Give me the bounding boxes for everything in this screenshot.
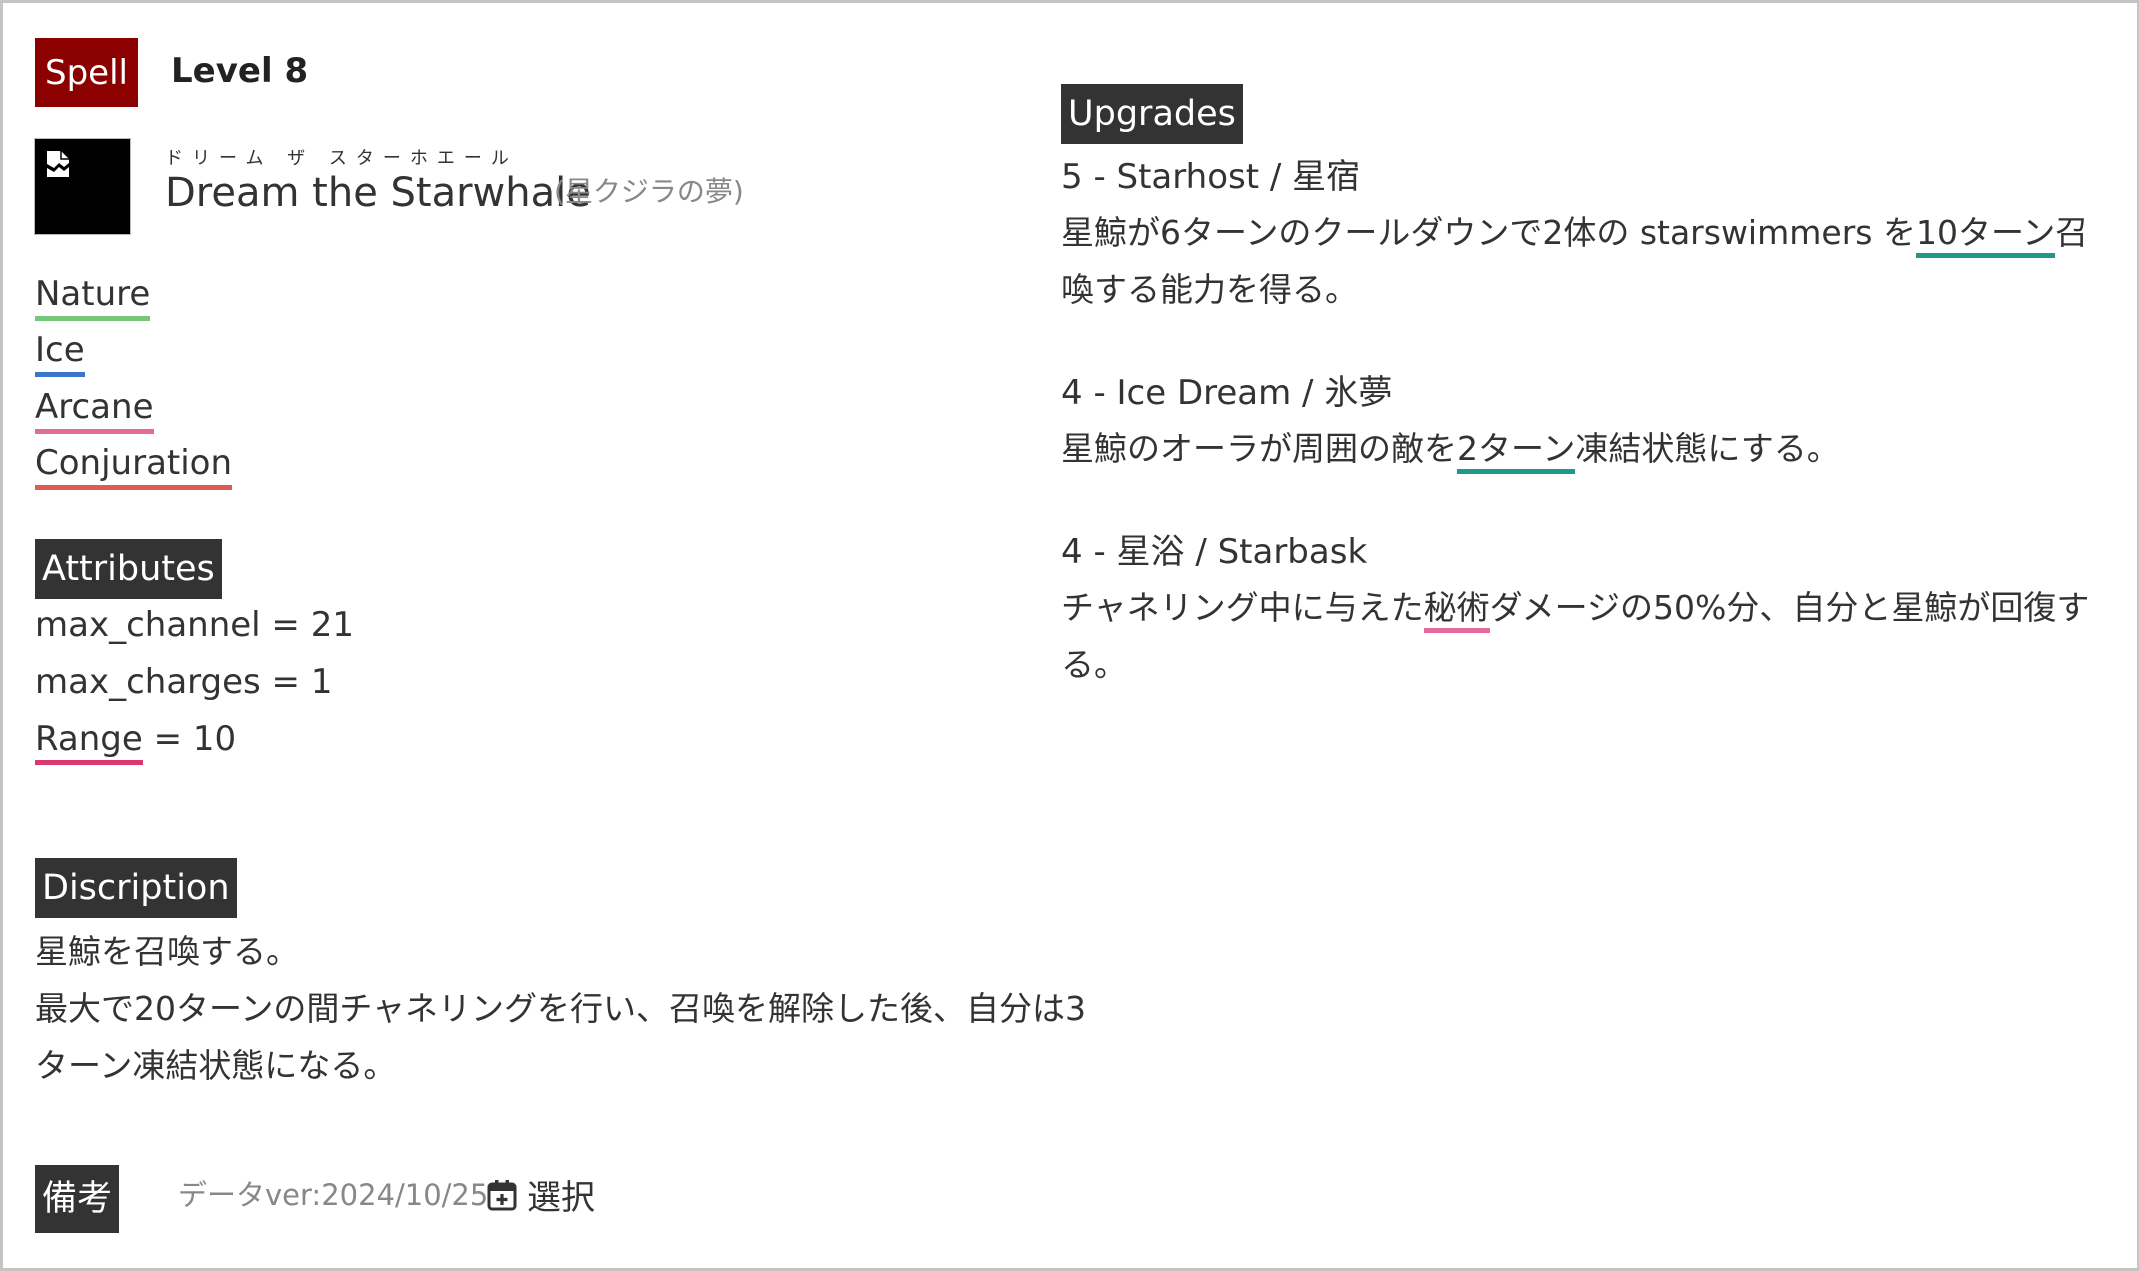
arcane-link[interactable]: 秘術 — [1423, 588, 1490, 633]
attribute-max-charges: max_charges = 1 — [35, 662, 333, 702]
upgrade-title-starbask: 4 - 星浴 / Starbask — [1061, 532, 1368, 572]
upgrade-title-starhost: 5 - Starhost / 星宿 — [1061, 157, 1361, 197]
upgrade-desc-starbask: チャネリング中に与えた秘術ダメージの50%分、自分と星鯨が回復す — [1061, 581, 2090, 633]
upgrade-desc-starhost-cont: 喚する能力を得る。 — [1061, 270, 1358, 309]
upgrade-text: ダメージの50%分、自分と星鯨が回復す — [1489, 588, 2090, 627]
upgrade-text: チャネリング中に与えた — [1061, 588, 1424, 627]
note-heading: 備考 — [35, 1165, 120, 1233]
description-line: 最大で20ターンの間チャネリングを行い、召喚を解除した後、自分は3 — [35, 989, 1087, 1028]
upgrade-text: 凍結状態にする。 — [1575, 429, 1840, 468]
broken-image-icon — [47, 151, 69, 177]
upgrade-text: 召 — [2055, 213, 2089, 252]
spell-badge: Spell — [35, 38, 138, 107]
tag-arcane-link[interactable]: Arcane — [35, 387, 154, 434]
upgrade-text: 星鯨が6ターンのクールダウンで2体の starswimmers を — [1061, 213, 1916, 252]
attributes-heading: Attributes — [35, 539, 222, 599]
select-label: 選択 — [527, 1178, 595, 1218]
spell-name-ruby: ドリーム ザ スターホエール — [165, 148, 518, 169]
duration-link[interactable]: 10ターン — [1915, 213, 2056, 258]
range-value: = 10 — [142, 719, 237, 759]
upgrade-text: 星鯨のオーラが周囲の敵を — [1061, 429, 1457, 468]
spell-name-jp: (星クジラの夢) — [554, 175, 744, 208]
spell-image — [35, 139, 130, 234]
select-button[interactable]: 選択 — [487, 1170, 595, 1219]
upgrade-desc-starhost: 星鯨が6ターンのクールダウンで2体の starswimmers を10ターン召 — [1061, 206, 2089, 258]
tag-conjuration-link[interactable]: Conjuration — [35, 443, 233, 490]
data-version: データver:2024/10/25 — [178, 1178, 489, 1212]
upgrade-desc-starbask-cont: る。 — [1061, 645, 1127, 684]
duration-link[interactable]: 2ターン — [1457, 429, 1576, 474]
tag-ice-link[interactable]: Ice — [35, 330, 85, 377]
description-heading: Discription — [35, 858, 237, 918]
calendar-plus-icon — [487, 1179, 517, 1210]
attribute-range: Range = 10 — [35, 719, 237, 765]
upgrades-heading: Upgrades — [1061, 84, 1243, 144]
range-link[interactable]: Range — [35, 719, 143, 765]
upgrade-desc-ice-dream: 星鯨のオーラが周囲の敵を2ターン凍結状態にする。 — [1061, 422, 1840, 474]
spell-name: Dream the Starwhale — [165, 170, 591, 216]
attribute-max-channel: max_channel = 21 — [35, 605, 354, 645]
tag-nature-link[interactable]: Nature — [35, 274, 151, 321]
description-line: 星鯨を召喚する。 — [35, 932, 299, 971]
upgrade-title-ice-dream: 4 - Ice Dream / 氷夢 — [1061, 373, 1393, 413]
description-line: ターン凍結状態になる。 — [35, 1046, 397, 1085]
spell-level: Level 8 — [171, 51, 309, 91]
